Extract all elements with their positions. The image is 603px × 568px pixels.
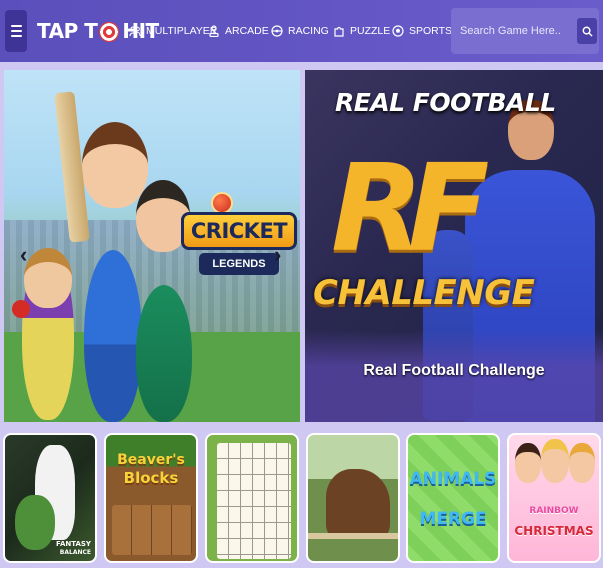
game-title: ANIMALS xyxy=(409,469,497,489)
puzzle-icon xyxy=(334,26,344,37)
carousel-prev-arrow[interactable]: ‹ xyxy=(20,242,27,268)
banner-caption: Real Football Challenge xyxy=(363,362,545,379)
game-card-mahjong[interactable] xyxy=(205,433,299,563)
game-subtitle: CHRISTMAS xyxy=(514,524,594,538)
target-icon xyxy=(99,22,120,42)
horse-figure xyxy=(326,469,390,539)
nav-label: PUZZLE xyxy=(350,25,391,37)
top-header: TAP T HIT MULTIPLAYER ARCADE RACING PUZZL… xyxy=(0,0,603,62)
menu-bar xyxy=(10,30,22,32)
game-card-beavers-blocks[interactable]: Beaver's Blocks xyxy=(104,433,198,563)
search-box xyxy=(451,8,599,54)
game-subtitle: BALANCE xyxy=(59,549,91,556)
nav-label: SPORTS xyxy=(409,25,452,37)
game-title: Beaver's xyxy=(117,452,185,468)
search-icon xyxy=(582,26,593,37)
game-card-horse-jigsaw[interactable] xyxy=(306,433,400,563)
soccer-ball-icon xyxy=(392,25,404,37)
featured-banner-real-football[interactable]: REAL FOOTBALL RF CHALLENGE Real Football… xyxy=(305,70,603,422)
nav-multiplayer[interactable]: MULTIPLAYER xyxy=(129,22,217,40)
player-head xyxy=(24,248,72,308)
nav-racing[interactable]: RACING xyxy=(271,22,329,40)
steering-wheel-icon xyxy=(271,25,283,37)
block-grid xyxy=(112,505,192,555)
mahjong-tiles-rows xyxy=(217,443,291,559)
banner-title: REAL FOOTBALL xyxy=(335,88,556,117)
featured-banner-cricket-legends[interactable]: CRICKET LEGENDS ‹ › xyxy=(4,70,300,422)
nav-arcade[interactable]: ARCADE xyxy=(208,22,269,40)
game-title: RAINBOW xyxy=(529,506,579,516)
multiplayer-icon xyxy=(129,26,141,37)
menu-bar xyxy=(10,35,22,37)
search-button[interactable] xyxy=(577,18,597,44)
carousel-next-arrow[interactable]: › xyxy=(274,242,281,268)
game-subtitle: Blocks xyxy=(123,469,179,487)
game-title: FANTASY xyxy=(55,540,91,548)
menu-bar xyxy=(10,25,22,27)
logo-ball xyxy=(211,192,233,214)
game-card-fantasy-balance[interactable]: FANTASY BALANCE xyxy=(3,433,97,563)
nav-label: MULTIPLAYER xyxy=(146,25,218,37)
girl-figure xyxy=(569,443,595,483)
logo-subtitle: LEGENDS xyxy=(199,253,279,275)
nav-puzzle[interactable]: PUZZLE xyxy=(333,22,390,40)
nav-label: RACING xyxy=(288,25,329,37)
search-input[interactable] xyxy=(451,8,575,54)
fence xyxy=(308,533,398,539)
nav-label: ARCADE xyxy=(225,25,269,37)
game-card-rainbow-christmas[interactable]: RAINBOW CHRISTMAS xyxy=(507,433,601,563)
logo-text-part1: TAP T xyxy=(37,19,98,43)
hamburger-menu-button[interactable] xyxy=(5,10,27,52)
girl-figure xyxy=(515,443,541,483)
nav-sports[interactable]: SPORTS xyxy=(392,22,452,40)
player-head xyxy=(82,122,148,208)
rf-logo-mark: RF xyxy=(331,140,489,279)
girl-figure xyxy=(541,439,569,483)
banner-challenge-text: CHALLENGE xyxy=(313,273,535,313)
player-figure xyxy=(84,250,142,422)
joystick-icon xyxy=(209,25,219,37)
cricket-ball xyxy=(12,300,30,318)
game-subtitle: MERGE xyxy=(419,509,487,529)
game-card-animals-merge[interactable]: ANIMALS MERGE xyxy=(406,433,500,563)
